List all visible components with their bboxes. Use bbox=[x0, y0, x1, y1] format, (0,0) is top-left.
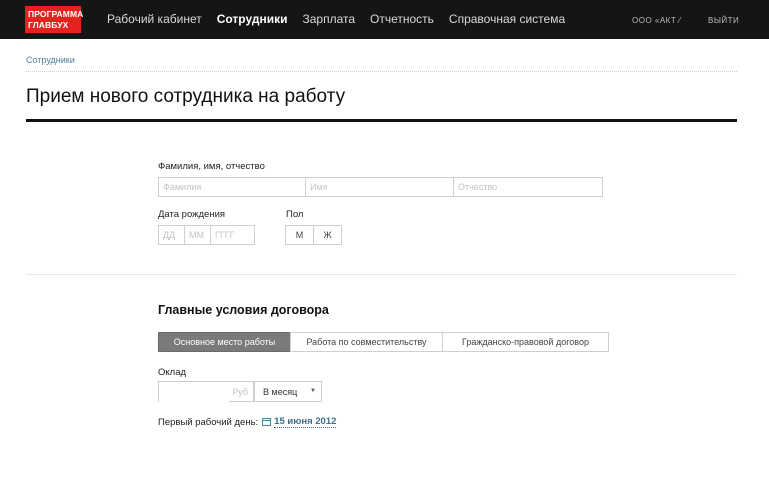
first-work-day-label: Первый рабочий день: bbox=[158, 416, 259, 428]
salary-label: Оклад bbox=[158, 367, 187, 378]
tab-civil-contract[interactable]: Гражданско-правовой договор bbox=[442, 332, 609, 352]
logo-line-1: ПРОГРАММА bbox=[28, 9, 84, 19]
top-navigation-bar: ПРОГРАММА ГЛАВБУХ Рабочий кабинет Сотруд… bbox=[0, 0, 769, 39]
section-divider bbox=[26, 274, 737, 275]
main-nav: Рабочий кабинет Сотрудники Зарплата Отче… bbox=[107, 12, 580, 26]
gender-male-button[interactable]: М bbox=[285, 225, 314, 245]
tab-main-workplace[interactable]: Основное место работы bbox=[158, 332, 291, 352]
patronymic-field[interactable] bbox=[453, 177, 603, 197]
gender-selector: М Ж bbox=[285, 225, 342, 245]
nav-item-reports[interactable]: Отчетность bbox=[370, 12, 434, 26]
first-name-field[interactable] bbox=[305, 177, 454, 197]
breadcrumb-divider bbox=[26, 71, 737, 72]
salary-input[interactable] bbox=[159, 382, 229, 402]
nav-item-salary[interactable]: Зарплата bbox=[302, 12, 355, 26]
nav-item-employees[interactable]: Сотрудники bbox=[217, 12, 288, 26]
nav-item-dashboard[interactable]: Рабочий кабинет bbox=[107, 12, 202, 26]
surname-field[interactable] bbox=[158, 177, 306, 197]
tab-part-time[interactable]: Работа по совместительству bbox=[290, 332, 443, 352]
birth-date-label: Дата рождения bbox=[158, 209, 226, 220]
title-underline bbox=[26, 119, 737, 122]
contract-section-title: Главные условия договора bbox=[158, 303, 329, 317]
nav-item-reference[interactable]: Справочная система bbox=[449, 12, 565, 26]
gender-female-button[interactable]: Ж bbox=[313, 225, 342, 245]
chevron-down-icon: ▼ bbox=[310, 388, 316, 394]
salary-currency-unit: Руб bbox=[232, 387, 248, 397]
contract-type-tabs: Основное место работы Работа по совмести… bbox=[158, 332, 609, 352]
birth-day-field[interactable] bbox=[158, 225, 185, 245]
calendar-icon[interactable] bbox=[262, 418, 272, 426]
salary-period-value: В месяц bbox=[263, 386, 298, 397]
logo-line-2: ГЛАВБУХ bbox=[28, 20, 69, 30]
first-work-day-row: Первый рабочий день: 15 июня 2012 bbox=[158, 416, 337, 428]
salary-field-wrapper: Руб bbox=[158, 381, 254, 402]
birth-year-field[interactable] bbox=[210, 225, 255, 245]
page-title: Прием нового сотрудника на работу bbox=[26, 86, 346, 107]
gender-label: Пол bbox=[286, 209, 304, 220]
organization-switcher[interactable]: ООО «АКТ ⁄ bbox=[632, 16, 681, 25]
first-work-day-date-link[interactable]: 15 июня 2012 bbox=[274, 416, 337, 428]
birth-month-field[interactable] bbox=[184, 225, 211, 245]
logout-link[interactable]: ВЫЙТИ bbox=[708, 16, 739, 25]
programma-glavbukh-logo[interactable]: ПРОГРАММА ГЛАВБУХ bbox=[25, 6, 84, 33]
salary-period-select[interactable]: В месяц ▼ bbox=[254, 381, 322, 402]
breadcrumb-employees[interactable]: Сотрудники bbox=[26, 55, 75, 65]
fio-label: Фамилия, имя, отчество bbox=[158, 161, 265, 172]
